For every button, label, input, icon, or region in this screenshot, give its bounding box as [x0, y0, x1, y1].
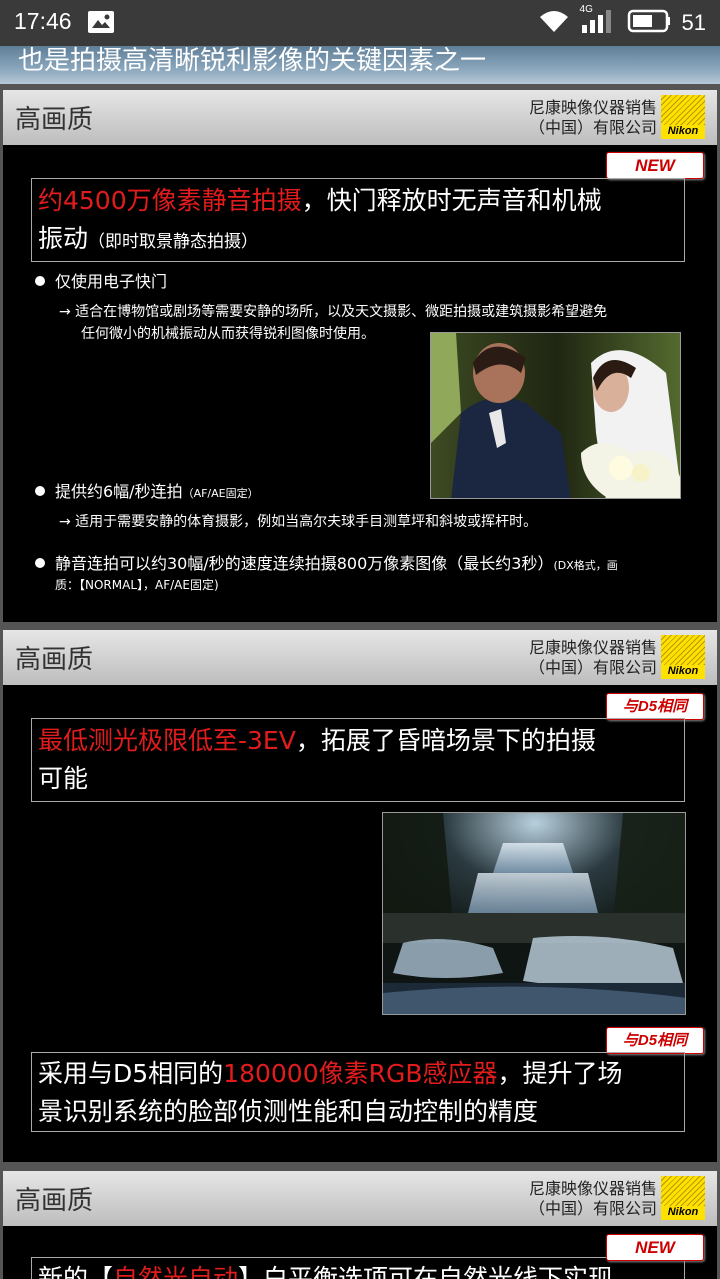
company-line-1: 尼康映像仪器销售 [528, 638, 657, 657]
headline-text: ，快门释放时无声音和机械 [301, 186, 602, 215]
headline-text: 新的【 [38, 1264, 114, 1279]
bullet-text: 仅使用电子快门 [55, 272, 168, 291]
same-as-d5-badge: 与D5相同 [606, 693, 704, 720]
company-line-1: 尼康映像仪器销售 [528, 1179, 657, 1198]
bullet-continuous-6fps: 提供约6幅/秒连拍（AF/AE固定） [35, 481, 259, 505]
company-line-2: （中国）有限公司 [528, 658, 657, 677]
logo-text: Nikon [667, 665, 699, 677]
slide-title: 高画质 [15, 645, 94, 675]
bullet-text: 静音连拍可以约30幅/秒的速度连续拍摄800万像素图像（最长约3秒） [55, 554, 554, 573]
company-name: 尼康映像仪器销售 （中国）有限公司 [529, 1179, 657, 1219]
bullet-note-3: 质：【NORMAL】，AF/AE固定) [55, 578, 219, 592]
slide-metering: 高画质 尼康映像仪器销售 （中国）有限公司 Nikon 与D5相同 最低测光极限… [3, 630, 717, 1162]
nikon-logo: Nikon [661, 635, 705, 679]
status-time: 17:46 [14, 8, 72, 34]
battery-level: 51 [681, 10, 706, 35]
nikon-logo: Nikon [661, 95, 705, 139]
slide-header: 高画质 尼康映像仪器销售 （中国）有限公司 Nikon [3, 1171, 717, 1226]
network-type: 4G [579, 4, 593, 15]
banner-text: 也是拍摄高清晰锐利影像的关键因素之一 [18, 46, 487, 76]
company-name: 尼康映像仪器销售 （中国）有限公司 [529, 638, 657, 678]
new-badge: NEW [606, 152, 704, 179]
headline-line-2: 振动 [38, 224, 89, 253]
headline-text-rest: 】白平衡选项可在自然光线下实现 [238, 1264, 614, 1279]
logo-text: Nikon [667, 125, 699, 137]
slide-headline: 约4500万像素静音拍摄，快门释放时无声音和机械 振动（即时取景静态拍摄） [31, 178, 685, 262]
bullet-small: （AF/AE固定） [182, 487, 259, 500]
headline-note: （即时取景静态拍摄） [88, 232, 259, 252]
headline-line-2: 可能 [38, 764, 89, 793]
headline-highlight: 最低测光极限低至-3EV [38, 726, 296, 755]
company-name: 尼康映像仪器销售 （中国）有限公司 [529, 98, 657, 138]
slide-white-balance: 高画质 尼康映像仪器销售 （中国）有限公司 Nikon 新的【自然光自动】白平衡… [3, 1171, 717, 1279]
new-badge: NEW [606, 1234, 704, 1261]
nikon-logo: Nikon [661, 1176, 705, 1220]
slide-title: 高画质 [15, 105, 94, 135]
signal-icon: 4G [580, 4, 616, 38]
company-line-1: 尼康映像仪器销售 [528, 98, 657, 117]
bullet-electronic-shutter: 仅使用电子快门 [35, 271, 167, 293]
headline-highlight: 180000像素RGB感应器 [223, 1059, 498, 1088]
previous-slide-banner: 也是拍摄高清晰锐利影像的关键因素之一 [0, 46, 720, 84]
slide-headline: 新的【自然光自动】白平衡选项可在自然光线下实现 [31, 1257, 685, 1279]
slide-header: 高画质 尼康映像仪器销售 （中国）有限公司 Nikon [3, 90, 717, 145]
same-as-d5-badge-2: 与D5相同 [606, 1027, 704, 1054]
wedding-photo [430, 332, 681, 499]
headline-highlight: 约4500万像素静音拍摄 [38, 186, 302, 215]
slide-headline: 最低测光极限低至-3EV，拓展了昏暗场景下的拍摄 可能 [31, 718, 685, 802]
company-line-2: （中国）有限公司 [528, 118, 657, 137]
note-line-1: → 适合在博物馆或剧场等需要安静的场所，以及天文摄影、微距拍摄或建筑摄影希望避免 [59, 304, 608, 320]
headline-highlight: 自然光自动 [113, 1264, 239, 1279]
image-notification-icon [88, 11, 114, 33]
bullet-small: (DX格式，画 [553, 559, 618, 572]
slide-headline-2: 采用与D5相同的180000像素RGB感应器，提升了场 景识别系统的脸部侦测性能… [31, 1052, 685, 1132]
logo-text: Nikon [667, 1206, 699, 1218]
slide-header: 高画质 尼康映像仪器销售 （中国）有限公司 Nikon [3, 630, 717, 685]
bullet-note-2: → 适用于需要安静的体育摄影，例如当高尔夫球手目测草坪和斜坡或挥杆时。 [59, 514, 538, 530]
slide-title: 高画质 [15, 1186, 94, 1216]
headline-line-2: 景识别系统的脸部侦测性能和自动控制的精度 [38, 1097, 539, 1126]
battery-icon [626, 9, 672, 37]
headline-text: ，拓展了昏暗场景下的拍摄 [295, 726, 596, 755]
headline-text-rest: ，提升了场 [497, 1059, 623, 1088]
bullet-text: 提供约6幅/秒连拍 [55, 482, 183, 501]
waterfall-photo [382, 812, 686, 1015]
company-line-2: （中国）有限公司 [528, 1199, 657, 1218]
headline-text: 采用与D5相同的 [38, 1059, 224, 1088]
slide-silent-shooting: 高画质 尼康映像仪器销售 （中国）有限公司 Nikon NEW 约4500万像素… [3, 90, 717, 622]
status-bar: 17:46 4G 51 [0, 0, 720, 46]
wifi-icon [538, 8, 570, 38]
